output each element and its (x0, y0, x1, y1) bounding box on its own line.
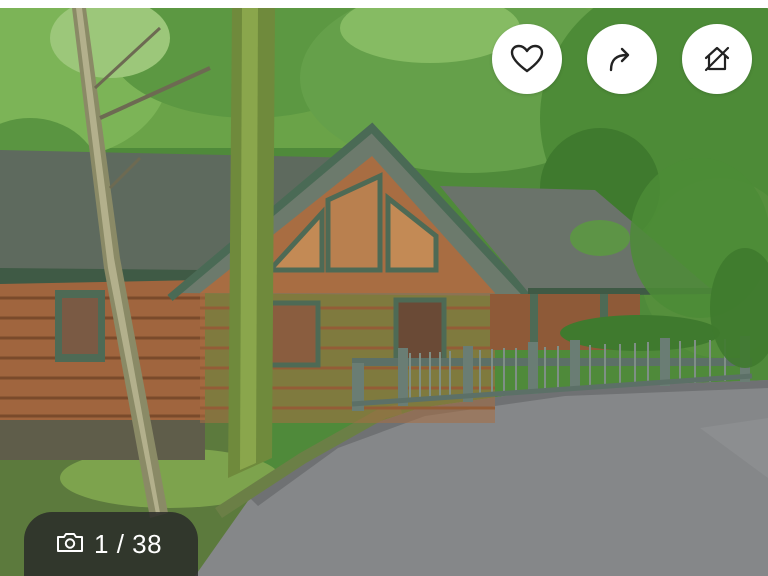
share-button[interactable] (587, 24, 657, 94)
hide-listing-button[interactable] (682, 24, 752, 94)
heart-icon (510, 44, 544, 74)
home-slash-icon (702, 44, 732, 74)
listing-photo[interactable] (0, 8, 768, 576)
photo-counter-text: 1 / 38 (94, 529, 162, 560)
camera-icon (56, 531, 94, 558)
photo-total-count: 38 (132, 528, 163, 559)
save-button[interactable] (492, 24, 562, 94)
share-arrow-icon (607, 44, 637, 74)
photo-counter-button[interactable]: 1 / 38 (24, 512, 198, 576)
photo-counter-separator: / (108, 528, 133, 559)
photo-current-index: 1 (94, 528, 109, 559)
photo-viewer: 1 / 38 (0, 0, 768, 576)
